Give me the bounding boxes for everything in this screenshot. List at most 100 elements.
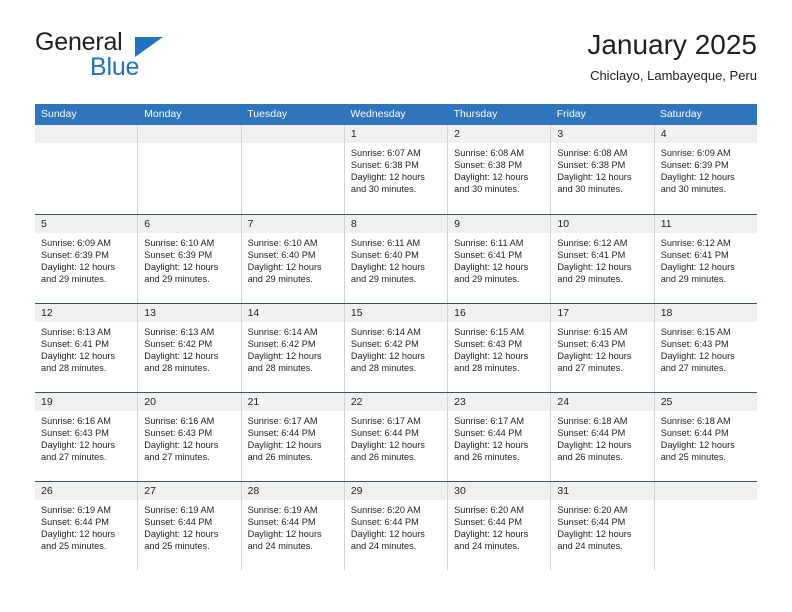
daylight-text-line2: and 29 minutes.: [454, 274, 520, 285]
sunrise-text: Sunrise: 6:10 AM: [247, 238, 318, 248]
logo-text-blue: Blue: [90, 53, 140, 81]
daylight-text-line2: and 24 minutes.: [557, 541, 623, 552]
day-number: 14: [241, 304, 344, 322]
day-cell[interactable]: 10 Sunrise: 6:12 AM Sunset: 6:41 PM Dayl…: [551, 215, 655, 303]
daylight-text-line2: and 30 minutes.: [454, 184, 520, 195]
day-number: 29: [344, 482, 448, 500]
sunset-text: Sunset: 6:43 PM: [41, 428, 109, 439]
day-details: Sunrise: 6:09 AM Sunset: 6:39 PM Dayligh…: [655, 143, 757, 195]
day-cell[interactable]: 18 Sunrise: 6:15 AM Sunset: 6:43 PM Dayl…: [654, 304, 757, 392]
day-cell[interactable]: 11 Sunrise: 6:12 AM Sunset: 6:41 PM Dayl…: [654, 215, 757, 303]
week-row: 26 Sunrise: 6:19 AM Sunset: 6:44 PM Dayl…: [35, 481, 757, 570]
sunrise-text: Sunrise: 6:20 AM: [350, 505, 421, 515]
day-cell: [138, 125, 242, 214]
page-title: January 2025: [587, 29, 757, 60]
sunset-text: Sunset: 6:43 PM: [557, 339, 626, 350]
day-cell[interactable]: 12 Sunrise: 6:13 AM Sunset: 6:41 PM Dayl…: [35, 304, 139, 392]
sunset-text: Sunset: 6:44 PM: [557, 428, 626, 439]
day-details: Sunrise: 6:20 AM Sunset: 6:44 PM Dayligh…: [448, 500, 550, 552]
daylight-text-line1: Daylight: 12 hours: [350, 262, 425, 273]
day-number: [241, 125, 344, 143]
day-cell[interactable]: 21 Sunrise: 6:17 AM Sunset: 6:44 PM Dayl…: [241, 393, 345, 481]
day-details: Sunrise: 6:10 AM Sunset: 6:39 PM Dayligh…: [138, 233, 240, 285]
day-cell[interactable]: 3 Sunrise: 6:08 AM Sunset: 6:38 PM Dayli…: [551, 125, 655, 214]
sunrise-text: Sunrise: 6:09 AM: [660, 148, 731, 158]
sunrise-text: Sunrise: 6:17 AM: [247, 416, 318, 426]
day-cell[interactable]: 15 Sunrise: 6:14 AM Sunset: 6:42 PM Dayl…: [344, 304, 449, 392]
daylight-text-line1: Daylight: 12 hours: [350, 529, 425, 540]
daylight-text-line2: and 27 minutes.: [144, 452, 210, 463]
daylight-text-line1: Daylight: 12 hours: [247, 351, 322, 362]
day-number: 13: [138, 304, 241, 322]
day-details: Sunrise: 6:19 AM Sunset: 6:44 PM Dayligh…: [242, 500, 344, 552]
day-cell[interactable]: 26 Sunrise: 6:19 AM Sunset: 6:44 PM Dayl…: [35, 482, 139, 570]
day-details: Sunrise: 6:15 AM Sunset: 6:43 PM Dayligh…: [448, 322, 550, 374]
sunset-text: Sunset: 6:44 PM: [41, 517, 109, 528]
day-cell[interactable]: 1 Sunrise: 6:07 AM Sunset: 6:38 PM Dayli…: [344, 125, 449, 214]
daylight-text-line2: and 27 minutes.: [41, 452, 107, 463]
day-cell[interactable]: 24 Sunrise: 6:18 AM Sunset: 6:44 PM Dayl…: [551, 393, 655, 481]
weekday-header-thursday: Thursday: [453, 108, 498, 120]
day-cell[interactable]: 31 Sunrise: 6:20 AM Sunset: 6:44 PM Dayl…: [551, 482, 655, 570]
day-cell[interactable]: 25 Sunrise: 6:18 AM Sunset: 6:44 PM Dayl…: [654, 393, 757, 481]
day-cell[interactable]: 17 Sunrise: 6:15 AM Sunset: 6:43 PM Dayl…: [551, 304, 655, 392]
daylight-text-line2: and 29 minutes.: [41, 274, 107, 285]
weekday-header-row: Sunday Monday Tuesday Wednesday Thursday…: [35, 104, 757, 125]
daylight-text-line2: and 25 minutes.: [144, 541, 210, 552]
daylight-text-line1: Daylight: 12 hours: [557, 529, 632, 540]
sunset-text: Sunset: 6:41 PM: [454, 250, 523, 261]
day-number: 21: [241, 393, 344, 411]
general-blue-logo[interactable]: General Blue: [35, 28, 235, 90]
day-cell[interactable]: 27 Sunrise: 6:19 AM Sunset: 6:44 PM Dayl…: [138, 482, 242, 570]
day-cell[interactable]: 14 Sunrise: 6:14 AM Sunset: 6:42 PM Dayl…: [241, 304, 345, 392]
sunset-text: Sunset: 6:44 PM: [557, 517, 626, 528]
day-number: 4: [654, 125, 757, 143]
day-details: Sunrise: 6:20 AM Sunset: 6:44 PM Dayligh…: [551, 500, 653, 552]
day-details: Sunrise: 6:17 AM Sunset: 6:44 PM Dayligh…: [345, 411, 447, 463]
day-cell[interactable]: 13 Sunrise: 6:13 AM Sunset: 6:42 PM Dayl…: [138, 304, 242, 392]
daylight-text-line1: Daylight: 12 hours: [144, 529, 219, 540]
weekday-header-monday: Monday: [144, 108, 182, 120]
day-cell[interactable]: 4 Sunrise: 6:09 AM Sunset: 6:39 PM Dayli…: [654, 125, 757, 214]
weekday-header-sunday: Sunday: [41, 108, 77, 120]
sunset-text: Sunset: 6:38 PM: [454, 160, 523, 171]
day-details: Sunrise: 6:15 AM Sunset: 6:43 PM Dayligh…: [655, 322, 757, 374]
calendar-grid: Sunday Monday Tuesday Wednesday Thursday…: [35, 104, 757, 570]
week-row: 12 Sunrise: 6:13 AM Sunset: 6:41 PM Dayl…: [35, 303, 757, 392]
day-cell[interactable]: 23 Sunrise: 6:17 AM Sunset: 6:44 PM Dayl…: [448, 393, 552, 481]
sunset-text: Sunset: 6:44 PM: [660, 428, 729, 439]
day-details: Sunrise: 6:11 AM Sunset: 6:41 PM Dayligh…: [448, 233, 550, 285]
day-cell[interactable]: 20 Sunrise: 6:16 AM Sunset: 6:43 PM Dayl…: [138, 393, 242, 481]
sunset-text: Sunset: 6:38 PM: [557, 160, 626, 171]
day-cell[interactable]: 16 Sunrise: 6:15 AM Sunset: 6:43 PM Dayl…: [448, 304, 552, 392]
daylight-text-line1: Daylight: 12 hours: [247, 262, 322, 273]
daylight-text-line1: Daylight: 12 hours: [454, 262, 529, 273]
sunset-text: Sunset: 6:43 PM: [144, 428, 213, 439]
sunset-text: Sunset: 6:44 PM: [247, 517, 316, 528]
sunrise-text: Sunrise: 6:14 AM: [350, 327, 421, 337]
day-cell[interactable]: 22 Sunrise: 6:17 AM Sunset: 6:44 PM Dayl…: [344, 393, 449, 481]
day-cell[interactable]: 9 Sunrise: 6:11 AM Sunset: 6:41 PM Dayli…: [448, 215, 552, 303]
sunrise-text: Sunrise: 6:12 AM: [660, 238, 731, 248]
daylight-text-line1: Daylight: 12 hours: [247, 440, 322, 451]
sunrise-text: Sunrise: 6:09 AM: [41, 238, 111, 248]
daylight-text-line1: Daylight: 12 hours: [41, 351, 116, 362]
day-cell[interactable]: 6 Sunrise: 6:10 AM Sunset: 6:39 PM Dayli…: [138, 215, 242, 303]
sunset-text: Sunset: 6:39 PM: [41, 250, 109, 261]
sunrise-text: Sunrise: 6:16 AM: [144, 416, 215, 426]
calendar-page: General Blue January 2025 Chiclayo, Lamb…: [0, 0, 792, 612]
day-number: 15: [344, 304, 448, 322]
day-cell[interactable]: 29 Sunrise: 6:20 AM Sunset: 6:44 PM Dayl…: [344, 482, 449, 570]
weekday-header-saturday: Saturday: [659, 108, 702, 120]
day-number: 9: [448, 215, 551, 233]
day-cell[interactable]: 5 Sunrise: 6:09 AM Sunset: 6:39 PM Dayli…: [35, 215, 139, 303]
day-cell[interactable]: 19 Sunrise: 6:16 AM Sunset: 6:43 PM Dayl…: [35, 393, 139, 481]
day-cell[interactable]: 8 Sunrise: 6:11 AM Sunset: 6:40 PM Dayli…: [344, 215, 449, 303]
day-cell[interactable]: 7 Sunrise: 6:10 AM Sunset: 6:40 PM Dayli…: [241, 215, 345, 303]
day-cell[interactable]: 30 Sunrise: 6:20 AM Sunset: 6:44 PM Dayl…: [448, 482, 552, 570]
day-details: Sunrise: 6:09 AM Sunset: 6:39 PM Dayligh…: [35, 233, 137, 285]
day-details: Sunrise: 6:19 AM Sunset: 6:44 PM Dayligh…: [138, 500, 240, 552]
day-cell[interactable]: 2 Sunrise: 6:08 AM Sunset: 6:38 PM Dayli…: [448, 125, 552, 214]
daylight-text-line2: and 29 minutes.: [144, 274, 210, 285]
day-cell[interactable]: 28 Sunrise: 6:19 AM Sunset: 6:44 PM Dayl…: [241, 482, 345, 570]
